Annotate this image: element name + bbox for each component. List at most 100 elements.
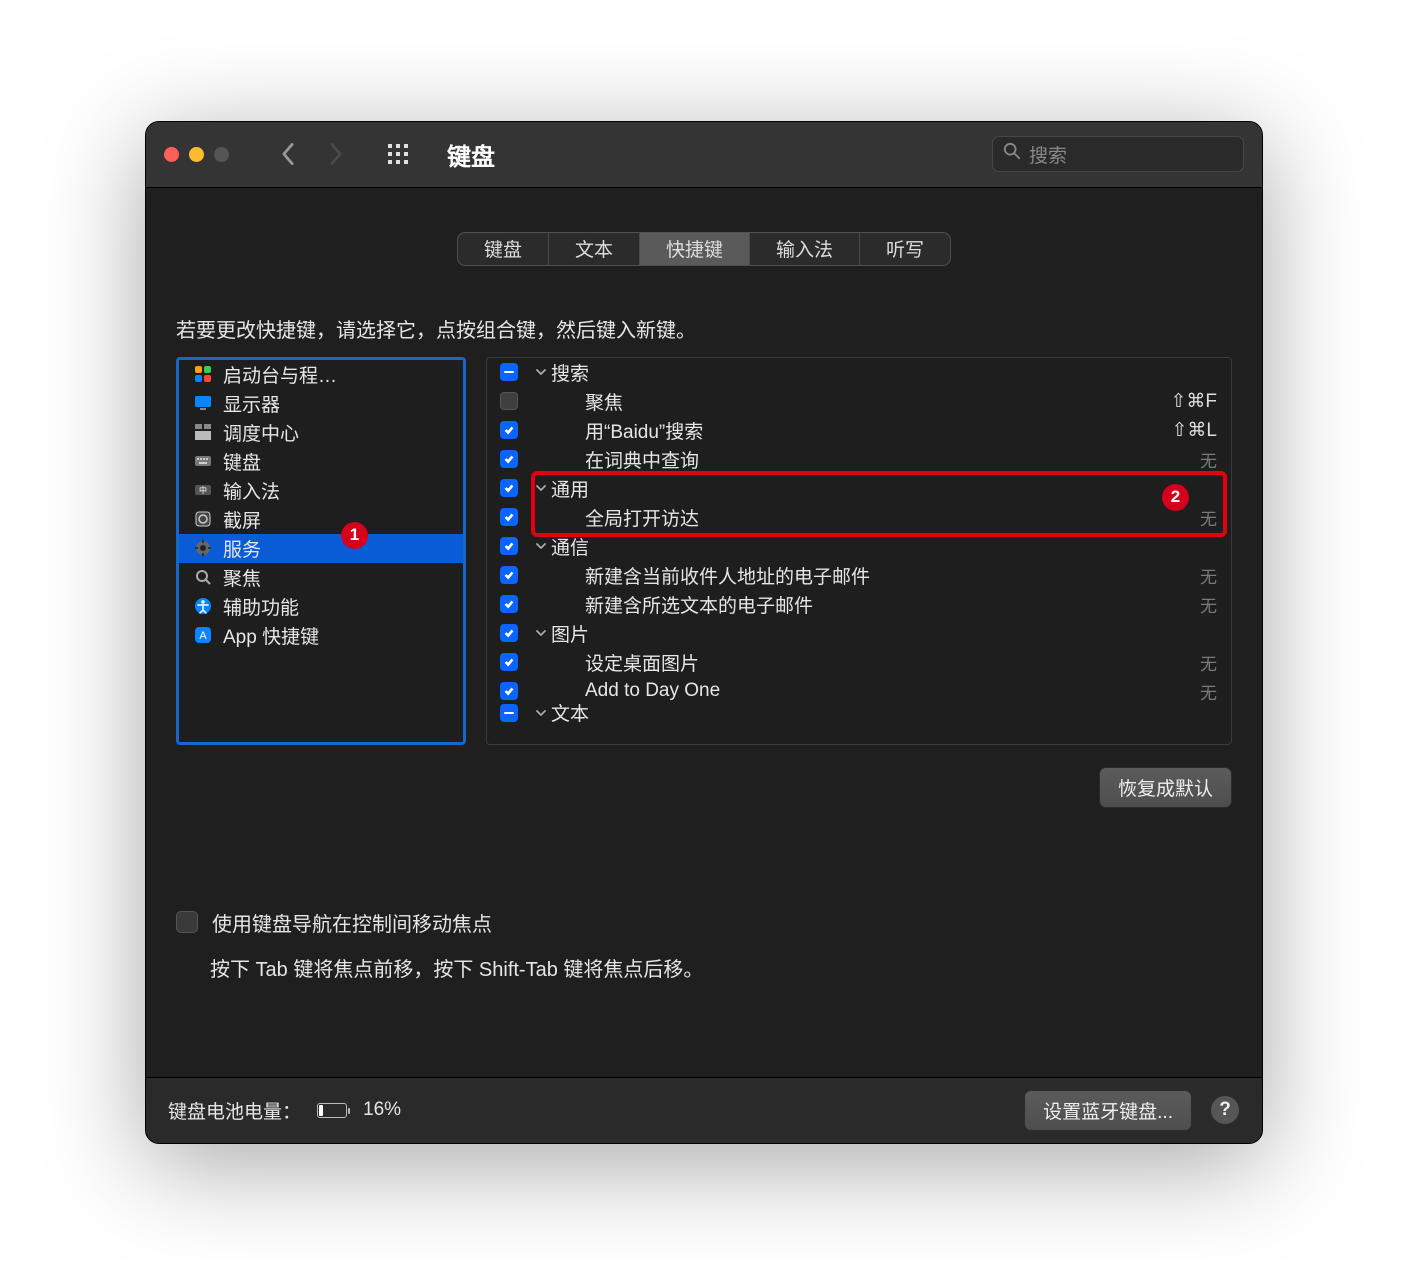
category-item[interactable]: 截屏 [179, 505, 463, 534]
keyboard-nav-sublabel: 按下 Tab 键将焦点前移，按下 Shift-Tab 键将焦点后移。 [176, 953, 1232, 982]
service-checkbox[interactable] [500, 537, 518, 555]
gear-icon [193, 538, 213, 558]
category-item[interactable]: 显示器 [179, 389, 463, 418]
category-label: 截屏 [223, 506, 261, 533]
restore-defaults-button[interactable]: 恢复成默认 [1099, 767, 1232, 808]
svg-text:中: 中 [199, 485, 207, 495]
battery-label: 键盘电池电量： [168, 1097, 301, 1124]
service-checkbox[interactable] [500, 566, 518, 584]
shortcut-list[interactable]: 搜索聚焦⇧⌘F用“Baidu”搜索⇧⌘L在词典中查询无通用全局打开访达无通信新建… [486, 357, 1232, 745]
appstore-icon: A [193, 625, 213, 645]
preferences-window: 键盘 搜索 键盘文本快捷键输入法听写 若要更改快捷键，请选择它，点按组合键，然后… [145, 121, 1263, 1144]
service-checkbox[interactable] [500, 595, 518, 613]
category-label: 聚焦 [223, 564, 261, 591]
service-label: 新建含所选文本的电子邮件 [585, 591, 1200, 618]
zoom-button [214, 147, 229, 162]
category-item[interactable]: 调度中心 [179, 418, 463, 447]
category-item[interactable]: 辅助功能 [179, 592, 463, 621]
service-checkbox[interactable] [500, 421, 518, 439]
category-label: 输入法 [223, 477, 280, 504]
forward-button [315, 137, 357, 171]
titlebar: 键盘 搜索 [146, 122, 1262, 188]
search-placeholder: 搜索 [1029, 141, 1067, 168]
service-item[interactable]: 在词典中查询无 [487, 445, 1231, 474]
chevron-down-icon[interactable] [531, 367, 551, 377]
service-checkbox[interactable] [500, 363, 518, 381]
service-checkbox[interactable] [500, 704, 518, 722]
tab-3[interactable]: 输入法 [749, 233, 859, 265]
service-shortcut[interactable]: 无 [1200, 650, 1217, 675]
service-label: 全局打开访达 [585, 504, 1200, 531]
chevron-down-icon[interactable] [531, 628, 551, 638]
spotlight-icon [193, 567, 213, 587]
category-item[interactable]: A App 快捷键 [179, 621, 463, 650]
keyboard-icon [193, 451, 213, 471]
keyboard-nav-checkbox[interactable] [176, 911, 198, 933]
service-item[interactable]: 用“Baidu”搜索⇧⌘L [487, 416, 1231, 445]
footer: 键盘电池电量： 16% 设置蓝牙键盘... ? [146, 1077, 1262, 1143]
chevron-down-icon[interactable] [531, 483, 551, 493]
service-group-header[interactable]: 文本 [487, 706, 1231, 720]
service-shortcut[interactable]: ⇧⌘L [1172, 419, 1218, 442]
service-checkbox[interactable] [500, 450, 518, 468]
category-item[interactable]: 键盘 [179, 447, 463, 476]
service-label: 聚焦 [585, 388, 1170, 415]
service-checkbox[interactable] [500, 653, 518, 671]
service-item[interactable]: 新建含当前收件人地址的电子邮件无 [487, 561, 1231, 590]
service-group-header[interactable]: 通用 [487, 474, 1231, 503]
service-checkbox[interactable] [500, 682, 518, 700]
service-label: 用“Baidu”搜索 [585, 417, 1172, 444]
service-group-header[interactable]: 图片 [487, 619, 1231, 648]
svg-text:A: A [199, 630, 207, 642]
service-shortcut[interactable]: 无 [1200, 592, 1217, 617]
tab-1[interactable]: 文本 [548, 233, 639, 265]
help-button[interactable]: ? [1210, 1095, 1240, 1125]
service-shortcut[interactable]: 无 [1200, 505, 1217, 530]
tab-0[interactable]: 键盘 [458, 233, 548, 265]
service-label: 搜索 [551, 359, 1217, 386]
close-button[interactable] [164, 147, 179, 162]
category-label: 服务 [223, 535, 261, 562]
battery-icon [317, 1103, 347, 1118]
display-icon [193, 393, 213, 413]
service-checkbox[interactable] [500, 508, 518, 526]
category-list[interactable]: 启动台与程…显示器调度中心键盘中输入法截屏服务聚焦辅助功能AApp 快捷键 1 [176, 357, 466, 745]
category-item[interactable]: 服务 [179, 534, 463, 563]
category-item[interactable]: 聚焦 [179, 563, 463, 592]
mission-icon [193, 422, 213, 442]
category-label: App 快捷键 [223, 622, 319, 649]
chevron-down-icon[interactable] [531, 541, 551, 551]
category-item[interactable]: 中 输入法 [179, 476, 463, 505]
service-item[interactable]: 新建含所选文本的电子邮件无 [487, 590, 1231, 619]
service-label: 新建含当前收件人地址的电子邮件 [585, 562, 1200, 589]
service-shortcut[interactable]: ⇧⌘F [1170, 390, 1217, 413]
chevron-down-icon[interactable] [531, 708, 551, 718]
launchpad-icon [193, 364, 213, 384]
tab-2[interactable]: 快捷键 [639, 233, 749, 265]
service-checkbox[interactable] [500, 479, 518, 497]
service-item[interactable]: 设定桌面图片无 [487, 648, 1231, 677]
service-group-header[interactable]: 通信 [487, 532, 1231, 561]
service-item[interactable]: 全局打开访达无 [487, 503, 1231, 532]
service-label: 通信 [551, 533, 1217, 560]
category-label: 显示器 [223, 390, 280, 417]
tab-bar: 键盘文本快捷键输入法听写 [457, 232, 951, 266]
show-all-button[interactable] [377, 137, 419, 171]
search-input[interactable]: 搜索 [992, 136, 1244, 172]
service-item[interactable]: 聚焦⇧⌘F [487, 387, 1231, 416]
screenshot-icon [193, 509, 213, 529]
service-shortcut[interactable]: 无 [1200, 563, 1217, 588]
window-title: 键盘 [447, 137, 495, 172]
service-checkbox[interactable] [500, 624, 518, 642]
bluetooth-keyboard-button[interactable]: 设置蓝牙键盘... [1024, 1090, 1192, 1131]
service-shortcut[interactable]: 无 [1200, 447, 1217, 472]
keyboard-nav-label: 使用键盘导航在控制间移动焦点 [212, 908, 492, 937]
tab-4[interactable]: 听写 [859, 233, 950, 265]
category-item[interactable]: 启动台与程… [179, 360, 463, 389]
back-button[interactable] [267, 137, 309, 171]
minimize-button[interactable] [189, 147, 204, 162]
service-checkbox[interactable] [500, 392, 518, 410]
service-label: 在词典中查询 [585, 446, 1200, 473]
category-label: 辅助功能 [223, 593, 299, 620]
service-group-header[interactable]: 搜索 [487, 358, 1231, 387]
